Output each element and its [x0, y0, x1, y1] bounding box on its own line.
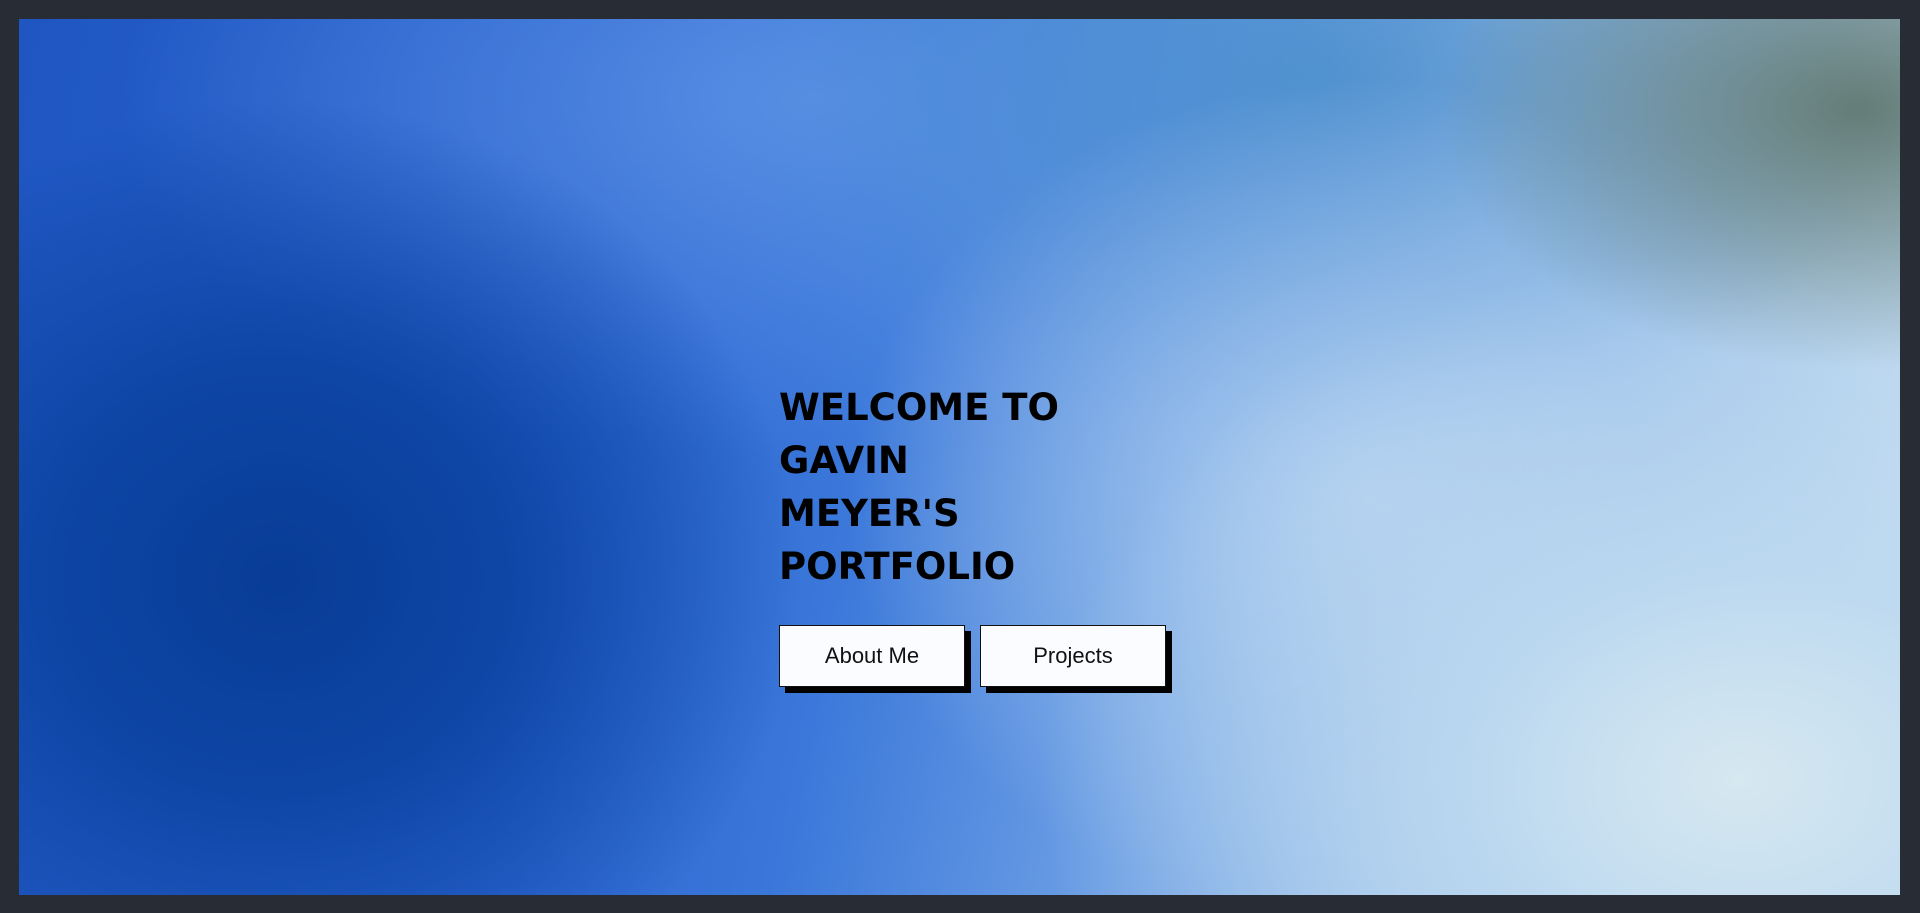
- nav-buttons: About Me Projects: [779, 625, 1199, 687]
- projects-button[interactable]: Projects: [980, 625, 1166, 687]
- about-me-button[interactable]: About Me: [779, 625, 965, 687]
- page-title: WELCOME TO GAVIN MEYER'S PORTFOLIO: [779, 381, 1189, 593]
- title-line-2: MEYER'S PORTFOLIO: [779, 492, 1016, 588]
- hero-content: WELCOME TO GAVIN MEYER'S PORTFOLIO About…: [779, 381, 1199, 687]
- title-line-1: WELCOME TO GAVIN: [779, 386, 1059, 482]
- hero-background: WELCOME TO GAVIN MEYER'S PORTFOLIO About…: [19, 19, 1900, 895]
